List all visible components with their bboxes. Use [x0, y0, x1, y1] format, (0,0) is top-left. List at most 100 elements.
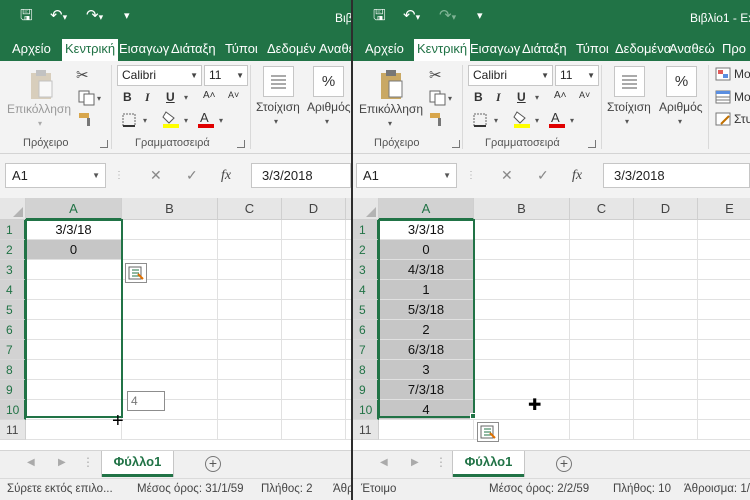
row-header[interactable]: 8 [0, 360, 26, 380]
borders-dropdown-icon[interactable]: ▾ [494, 116, 498, 125]
name-box[interactable]: A1 ▼ [356, 163, 457, 188]
grid-cell[interactable] [282, 400, 346, 420]
fill-color-dropdown-icon[interactable]: ▾ [184, 116, 188, 125]
grid-cell[interactable] [634, 240, 698, 260]
grid-cell[interactable] [698, 420, 750, 440]
row-header[interactable]: 5 [0, 300, 26, 320]
fill-color-icon[interactable] [513, 109, 531, 132]
font-color-dropdown-icon[interactable]: ▾ [570, 116, 574, 125]
scroll-sheets-left-icon[interactable]: ◀ [380, 457, 388, 468]
tab-file[interactable]: Αρχείο [9, 39, 54, 61]
clipboard-launcher-icon[interactable] [452, 140, 460, 148]
grid-cell[interactable] [634, 320, 698, 340]
format-as-table-icon[interactable] [715, 90, 731, 107]
fill-color-icon[interactable] [162, 109, 180, 132]
format-painter-icon[interactable] [78, 111, 94, 130]
grid-cell[interactable] [218, 320, 282, 340]
number-dropdown-icon[interactable]: ▾ [325, 117, 329, 126]
cell-a3[interactable]: 4/3/18 [379, 260, 474, 280]
grow-font-button[interactable]: A˄ [554, 90, 567, 101]
grid-cell[interactable] [698, 260, 750, 280]
insert-function-icon[interactable]: fx [221, 163, 231, 188]
cell-a10[interactable]: 4 [379, 400, 474, 420]
grid-cell[interactable] [218, 420, 282, 440]
sheets-more-icon[interactable]: ⋮ [82, 455, 94, 469]
row-header[interactable]: 6 [0, 320, 26, 340]
fill-color-dropdown-icon[interactable]: ▾ [535, 116, 539, 125]
add-sheet-icon[interactable]: + [556, 456, 572, 472]
row-header[interactable]: 7 [0, 340, 26, 360]
grid-cell[interactable] [26, 320, 122, 340]
cut-icon[interactable]: ✂ [76, 66, 89, 84]
tab-home[interactable]: Κεντρική [414, 39, 471, 61]
auto-fill-options-button[interactable] [125, 263, 147, 283]
cell-styles-icon[interactable] [715, 112, 731, 129]
format-painter-icon[interactable] [429, 111, 445, 130]
grid-cell[interactable] [122, 240, 218, 260]
row-header[interactable]: 3 [0, 260, 26, 280]
grid-cell[interactable] [122, 360, 218, 380]
grid-cell[interactable] [218, 240, 282, 260]
paste-icon[interactable] [28, 69, 54, 101]
grid-cell[interactable] [698, 240, 750, 260]
row-header[interactable]: 4 [353, 280, 379, 300]
shrink-font-button[interactable]: A˅ [579, 90, 590, 100]
row-header[interactable]: 9 [353, 380, 379, 400]
row-header[interactable]: 11 [0, 420, 26, 440]
grid-cell[interactable] [26, 300, 122, 320]
grid-cell[interactable] [122, 300, 218, 320]
grid-cell[interactable] [218, 220, 282, 240]
grid-cell[interactable] [474, 280, 570, 300]
scroll-sheets-right-icon[interactable]: ▶ [411, 457, 419, 468]
row-header[interactable]: 1 [0, 220, 26, 240]
grid-cell[interactable] [570, 340, 634, 360]
scroll-sheets-right-icon[interactable]: ▶ [58, 457, 66, 468]
underline-button[interactable]: U [517, 90, 526, 104]
enter-icon[interactable]: ✓ [537, 163, 549, 188]
grid-cell[interactable] [474, 400, 570, 420]
grid-cell[interactable] [282, 280, 346, 300]
grid-cell[interactable] [282, 380, 346, 400]
column-header-a[interactable]: A [26, 198, 122, 220]
grid-cell[interactable] [634, 360, 698, 380]
bold-button[interactable]: B [474, 90, 483, 104]
grid-cell[interactable] [634, 340, 698, 360]
font-name-combo[interactable]: Calibri ▼ [117, 65, 202, 86]
grid-cell[interactable] [570, 420, 634, 440]
name-box[interactable]: A1 ▼ [5, 163, 106, 188]
grid-cell[interactable] [570, 220, 634, 240]
column-header-c[interactable]: C [218, 198, 282, 220]
grid-cell[interactable] [634, 420, 698, 440]
cell-a5[interactable]: 5/3/18 [379, 300, 474, 320]
grid-cell[interactable] [634, 380, 698, 400]
grid-cell[interactable] [218, 300, 282, 320]
grid-cell[interactable] [26, 340, 122, 360]
paste-icon[interactable] [378, 69, 404, 101]
cell-a9[interactable]: 7/3/18 [379, 380, 474, 400]
column-header-d[interactable]: D [634, 198, 698, 220]
tab-home[interactable]: Κεντρική [62, 39, 119, 61]
save-icon[interactable]: 🖫 [20, 6, 33, 26]
tab-developer[interactable]: Προ [719, 39, 749, 61]
grid-cell[interactable] [26, 360, 122, 380]
grid-cell[interactable] [282, 320, 346, 340]
alignment-dropdown-icon[interactable]: ▾ [625, 117, 629, 126]
row-header[interactable]: 9 [0, 380, 26, 400]
customize-qat-icon[interactable]: ▾ [124, 6, 130, 26]
select-all-button[interactable] [353, 198, 379, 220]
redo-icon[interactable]: ↷▾ [439, 6, 456, 27]
row-header[interactable]: 10 [0, 400, 26, 420]
row-header[interactable]: 1 [353, 220, 379, 240]
scroll-sheets-left-icon[interactable]: ◀ [27, 457, 35, 468]
paste-dropdown-icon[interactable]: ▾ [38, 119, 42, 128]
grid-cell[interactable] [698, 360, 750, 380]
grid-cell[interactable] [634, 220, 698, 240]
enter-icon[interactable]: ✓ [186, 163, 198, 188]
row-header[interactable]: 5 [353, 300, 379, 320]
auto-fill-options-button[interactable] [477, 422, 499, 442]
grid-cell[interactable] [26, 280, 122, 300]
tab-insert[interactable]: Εισαγωγ [116, 39, 172, 61]
grid-cell[interactable] [474, 380, 570, 400]
grid-cell[interactable] [698, 400, 750, 420]
row-header[interactable]: 11 [353, 420, 379, 440]
